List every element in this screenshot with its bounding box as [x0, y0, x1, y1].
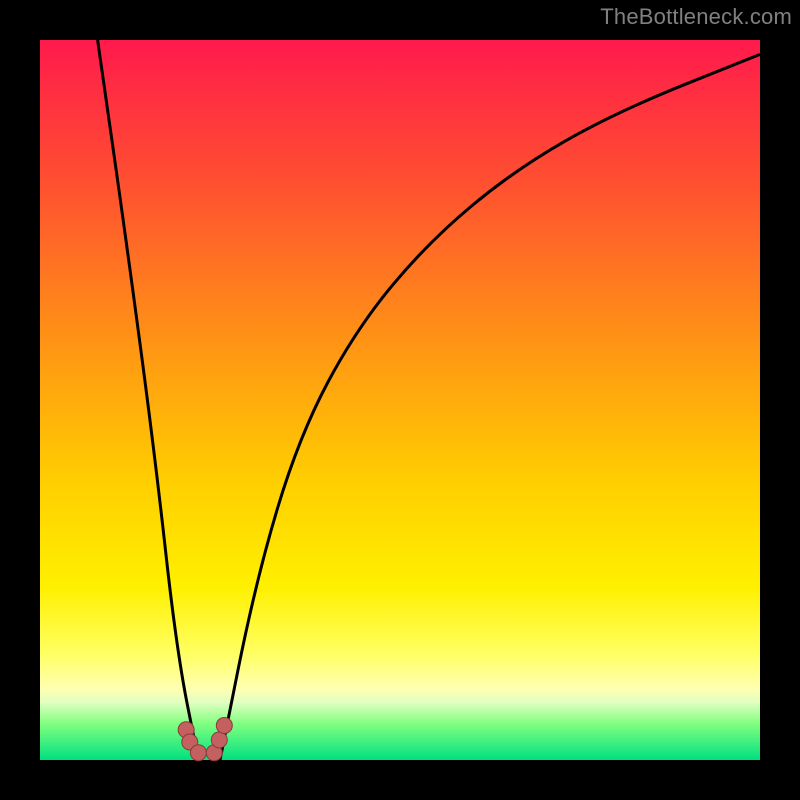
watermark-text: TheBottleneck.com: [600, 4, 792, 30]
curve-right: [220, 54, 760, 760]
marker-dot: [216, 717, 232, 733]
chart-svg: [40, 40, 760, 760]
marker-group: [178, 717, 232, 760]
plot-area: [40, 40, 760, 760]
marker-dot: [190, 745, 206, 761]
curve-left: [98, 40, 199, 760]
marker-dot: [211, 732, 227, 748]
outer-frame: TheBottleneck.com: [0, 0, 800, 800]
